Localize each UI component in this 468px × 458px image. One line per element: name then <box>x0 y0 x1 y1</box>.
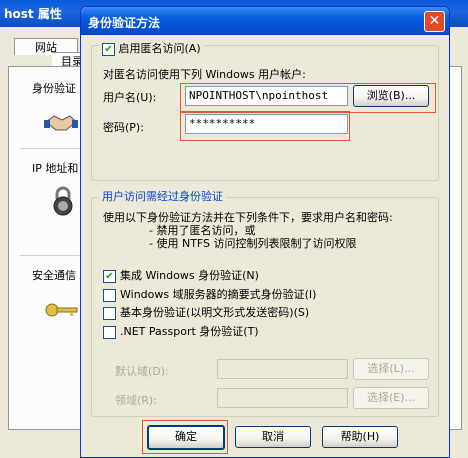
close-button[interactable]: ✕ <box>424 11 445 32</box>
auth-option-row[interactable]: ✔ 集成 Windows 身份验证(N) <box>103 267 259 283</box>
password-label: 密码(P): <box>103 121 144 134</box>
realm-label: 领域(R): <box>115 394 157 407</box>
default-domain-label: 默认域(D): <box>115 365 169 378</box>
username-field[interactable]: NPOINTHOST\npointhost <box>185 86 348 106</box>
username-label: 用户名(U): <box>103 91 157 104</box>
handshake-icon <box>44 115 78 131</box>
key-icon <box>45 303 78 317</box>
select-domain-button[interactable]: 选择(L)... <box>353 358 429 380</box>
auth-option-checkbox[interactable] <box>103 325 116 339</box>
auth-option-label: 集成 Windows 身份验证(N) <box>120 269 259 282</box>
auth-option-checkbox[interactable] <box>103 306 116 320</box>
help-button[interactable]: 帮助(H) <box>322 426 398 448</box>
anon-checkbox-label: 启用匿名访问(A) <box>118 42 201 55</box>
anon-checkbox[interactable]: ✔ <box>102 42 115 56</box>
password-field[interactable]: ********** <box>185 114 348 134</box>
bg-group-secure-label: 安全通信 <box>32 269 76 282</box>
auth-option-checkbox[interactable] <box>103 288 116 302</box>
auth-option-checkbox[interactable]: ✔ <box>103 269 116 283</box>
auth-option-label: .NET Passport 身份验证(T) <box>120 325 259 338</box>
bg-divider <box>20 255 80 256</box>
select-realm-button[interactable]: 选择(E)... <box>353 387 429 409</box>
auth-methods-dialog: 身份验证方法 ✕ ✔ 启用匿名访问(A) 对匿名访问使用下列 Windows 用… <box>80 6 450 458</box>
cancel-button[interactable]: 取消 <box>235 426 311 448</box>
default-domain-field[interactable] <box>217 359 348 379</box>
bg-group-ip-label: IP 地址和 <box>32 162 79 175</box>
anon-description: 对匿名访问使用下列 Windows 用户帐户: <box>103 68 306 81</box>
auth-option-row[interactable]: .NET Passport 身份验证(T) <box>103 323 259 339</box>
lock-icon <box>53 186 73 216</box>
bg-group-auth-label: 身份验证 <box>32 82 76 95</box>
auth-option-label: 基本身份验证(以明文形式发送密码)(S) <box>120 306 310 319</box>
auth-option-row[interactable]: 基本身份验证(以明文形式发送密码)(S) <box>103 304 309 320</box>
close-icon: ✕ <box>428 13 441 29</box>
anon-checkbox-row[interactable]: ✔ 启用匿名访问(A) <box>99 40 204 56</box>
auth-option-label: Windows 域服务器的摘要式身份验证(I) <box>120 288 317 301</box>
dialog-title: 身份验证方法 <box>88 16 161 30</box>
auth-desc-3: - 使用 NTFS 访问控制列表限制了访问权限 <box>149 237 357 250</box>
browse-button[interactable]: 浏览(B)... <box>353 85 429 107</box>
bg-divider <box>20 148 80 149</box>
auth-option-row[interactable]: Windows 域服务器的摘要式身份验证(I) <box>103 286 316 302</box>
ok-button[interactable]: 确定 <box>147 425 225 450</box>
auth-group-title: 用户访问需经过身份验证 <box>99 188 226 204</box>
realm-field[interactable] <box>217 388 348 408</box>
bg-window-title: host 属性 <box>4 7 62 21</box>
